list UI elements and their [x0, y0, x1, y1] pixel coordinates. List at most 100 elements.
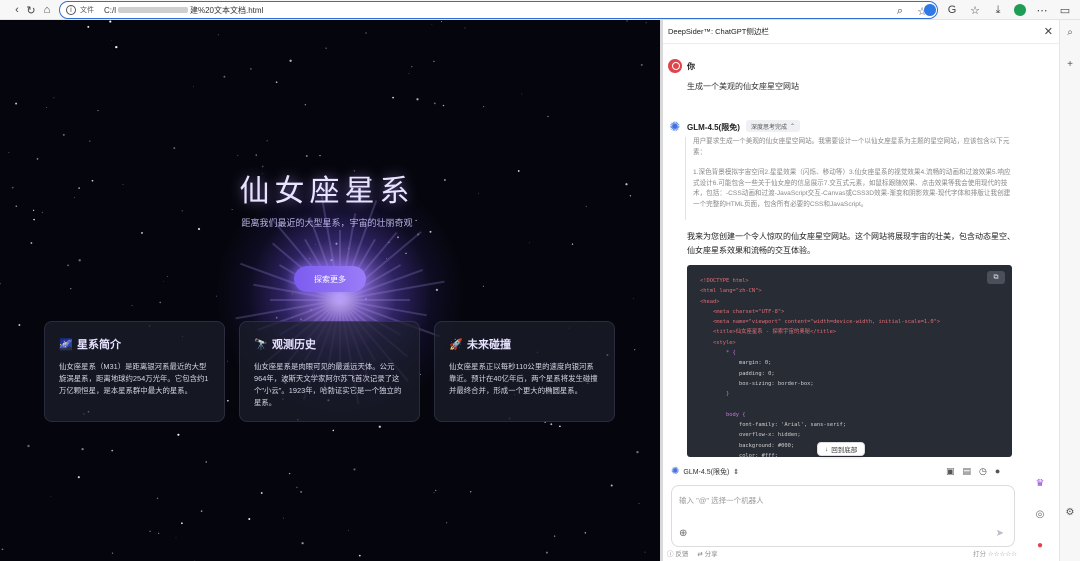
- url-text[interactable]: C:/l 建%20文本文档.html: [104, 5, 263, 16]
- folder-icon[interactable]: ▤: [963, 466, 972, 477]
- close-icon[interactable]: ✕: [1044, 25, 1053, 38]
- circle-icon[interactable]: ◎: [1033, 508, 1047, 522]
- star: [67, 264, 70, 267]
- new-chat-icon[interactable]: ●: [995, 466, 1000, 477]
- search-icon[interactable]: ⌕: [1063, 26, 1077, 40]
- model-selector[interactable]: ✺ GLM-4.5(限免) ⇕: [671, 466, 739, 477]
- home-icon[interactable]: ⌂: [40, 3, 54, 17]
- image-icon[interactable]: ▣: [946, 466, 955, 477]
- explore-button[interactable]: 探索更多: [294, 266, 366, 292]
- star: [115, 45, 118, 49]
- star: [131, 304, 133, 307]
- galaxy-page: 仙女座星系 距离我们最近的大型星系，宇宙的壮丽奇观 探索更多 🌌 星系简介 仙女座…: [0, 20, 660, 561]
- star: [442, 104, 445, 107]
- hero-title: 仙女座星系: [239, 175, 415, 208]
- star: [81, 447, 84, 451]
- code-line: font-family: 'Arial', sans-serif;: [700, 422, 847, 429]
- card-title: 观测历史: [272, 339, 316, 351]
- card-title: 星系简介: [77, 339, 121, 351]
- star: [159, 301, 162, 304]
- star: [110, 39, 112, 41]
- more-menu-icon[interactable]: ⋯: [1035, 3, 1049, 17]
- profile-icon[interactable]: ●: [1033, 539, 1047, 553]
- star: [289, 59, 292, 62]
- card-title: 未来碰撞: [467, 339, 511, 351]
- model-label: GLM-4.5(限免): [683, 468, 730, 476]
- star: [156, 497, 159, 500]
- star: [175, 537, 177, 538]
- star: [8, 152, 10, 154]
- star: [392, 96, 395, 99]
- url-suffix: 建%20文本文档.html: [190, 5, 264, 15]
- card-collision[interactable]: 🚀 未来碰撞 仙女座星系正以每秒110公里的速度向银河系靠近。预计在40亿年后，两…: [434, 321, 615, 422]
- star: [62, 133, 65, 136]
- star: [559, 425, 561, 428]
- star: [15, 102, 18, 105]
- address-bar[interactable]: i 文件 C:/l 建%20文本文档.html ⌕ ☆: [59, 1, 938, 19]
- sidebar-toggle-icon[interactable]: ▭: [1058, 3, 1072, 17]
- info-icon[interactable]: i: [66, 5, 76, 15]
- back-to-bottom-label: 回到底部: [831, 447, 858, 454]
- feedback-label: 反馈: [675, 551, 689, 558]
- star: [435, 489, 437, 491]
- star: [193, 559, 195, 561]
- back-arrow-icon[interactable]: ‹: [10, 3, 24, 17]
- thinking-content: 用户要求生成一个美观的仙女座星空网站。我需要设计一个以仙女座星系为主题的星空网站…: [685, 137, 1015, 220]
- add-icon[interactable]: +: [1063, 58, 1077, 72]
- extension-icon[interactable]: [924, 4, 936, 16]
- star: [250, 68, 252, 70]
- card-body: 仙女座星系正以每秒110公里的速度向银河系靠近。预计在40亿年后，两个星系将发生…: [449, 362, 598, 395]
- bot-reply: 我来为您创建一个令人惊叹的仙女座星空网站。这个网站将展现宇宙的壮美，包含动态星空…: [687, 232, 1015, 255]
- download-icon[interactable]: ⤓: [991, 3, 1005, 17]
- star: [431, 23, 433, 25]
- chat-input[interactable]: 输入 "@" 选择一个机器人 ⊕ ➤: [671, 485, 1015, 547]
- star: [217, 34, 219, 36]
- rocket-icon: 🚀: [449, 338, 463, 351]
- send-icon[interactable]: ➤: [996, 528, 1004, 539]
- settings-icon[interactable]: ⚙: [1063, 506, 1077, 520]
- star: [610, 484, 613, 487]
- star: [205, 461, 207, 463]
- assistant-app-icon[interactable]: ♛: [1033, 477, 1047, 491]
- star: [529, 242, 531, 244]
- code-line: <head>: [700, 298, 720, 305]
- feedback-link[interactable]: ⓘ 反馈: [667, 548, 688, 558]
- star: [634, 349, 636, 351]
- refresh-extension-icon[interactable]: G: [945, 3, 959, 17]
- rating-label: 打分: [973, 551, 987, 558]
- star: [550, 423, 553, 426]
- code-block: <!DOCTYPE html> <html lang="zh-CN"> <head>…: [687, 265, 1012, 457]
- history-icon[interactable]: ◷: [979, 466, 987, 477]
- back-to-bottom-button[interactable]: ↓ 回到底部: [817, 442, 866, 456]
- card-intro[interactable]: 🌌 星系简介 仙女座星系（M31）是距离银河系最近的大型旋涡星系，距离地球约254…: [44, 321, 225, 422]
- star: [181, 210, 183, 212]
- url-prefix: C:/l: [104, 5, 116, 15]
- star: [223, 75, 226, 78]
- browser-toolbar: ‹ ↻ ⌂ i 文件 C:/l 建%20文本文档.html ⌕ ☆ G ☆ ⤓ ⋯…: [0, 0, 1080, 20]
- globe-icon[interactable]: ⊕: [679, 528, 687, 539]
- extension-row: G ☆ ⤓ ⋯ ▭: [924, 3, 1072, 17]
- star: [626, 20, 628, 22]
- star: [173, 147, 176, 150]
- card-body: 仙女座星系（M31）是距离银河系最近的大型旋涡星系，距离地球约254万光年。它包…: [59, 362, 209, 395]
- bot-name: GLM-4.5(限免): [687, 123, 740, 132]
- share-link[interactable]: ⇄ 分享: [697, 548, 717, 558]
- star: [141, 231, 143, 234]
- zoom-icon[interactable]: ⌕: [893, 4, 907, 18]
- collections-icon[interactable]: ☆: [968, 3, 982, 17]
- profile-extension-icon[interactable]: [1014, 4, 1026, 16]
- star: [365, 32, 367, 34]
- star: [645, 22, 647, 24]
- copy-code-icon[interactable]: ⧉: [987, 271, 1005, 284]
- thought-paragraph: 用户要求生成一个美观的仙女座星空网站。我需要设计一个以仙女座星系为主题的星空网站…: [693, 138, 1010, 156]
- code-line: box-sizing: border-box;: [700, 380, 814, 387]
- star: [41, 211, 43, 213]
- star: [158, 532, 160, 534]
- galaxy-icon: 🌌: [59, 338, 73, 351]
- thinking-toggle[interactable]: 深度思考完成 ⌃: [746, 120, 801, 132]
- card-history[interactable]: 🔭 观测历史 仙女座星系是肉眼可见的最遥远天体。公元964年，波斯天文学家阿尔苏飞…: [239, 321, 420, 422]
- star: [266, 140, 268, 142]
- reload-icon[interactable]: ↻: [24, 3, 38, 17]
- user-message: 生成一个美观的仙女座星空网站: [687, 82, 799, 91]
- rating[interactable]: 打分 ☆☆☆☆☆: [973, 548, 1017, 558]
